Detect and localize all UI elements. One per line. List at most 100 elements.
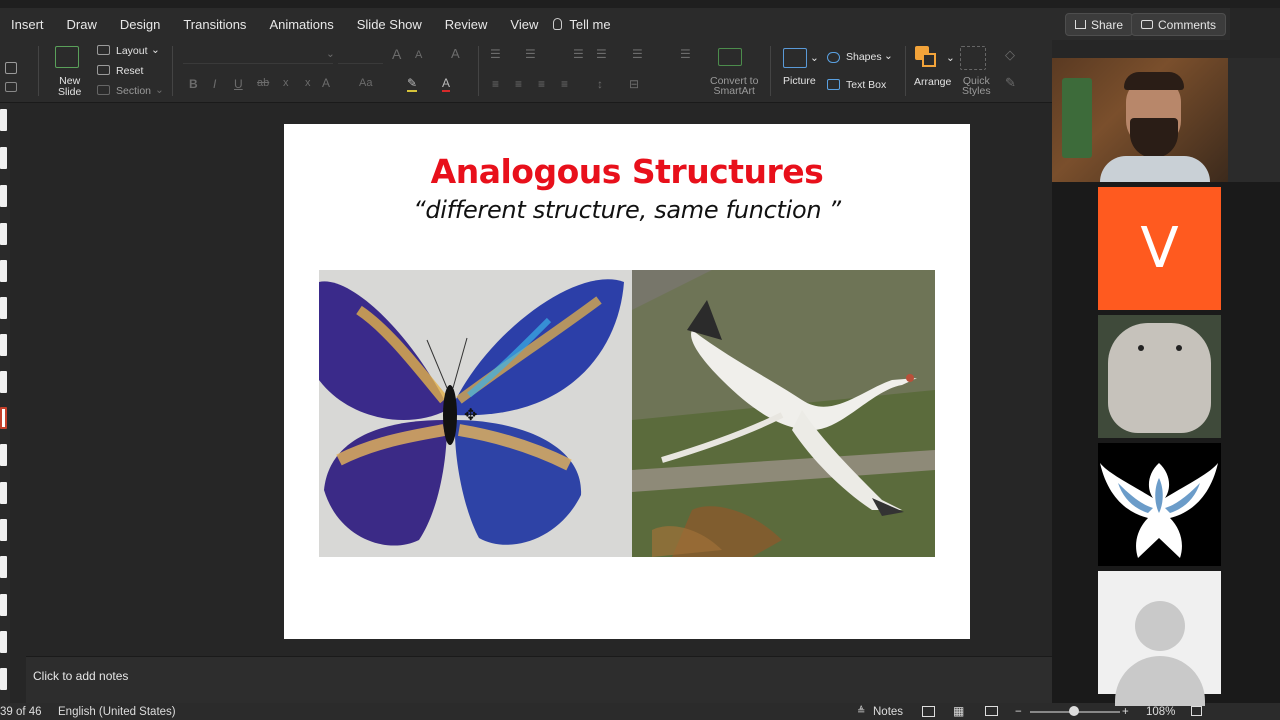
picture-button[interactable]: Picture (783, 75, 816, 87)
slide-thumbnail[interactable] (0, 223, 7, 245)
tab-animations[interactable]: Animations (269, 17, 333, 32)
zoom-slider-thumb[interactable] (1069, 706, 1079, 716)
notes-placeholder[interactable]: Click to add notes (33, 669, 128, 683)
numbering-icon[interactable]: ☰ (525, 47, 536, 61)
slide-thumbnail-selected[interactable] (0, 407, 7, 429)
columns-icon[interactable]: ☰ (680, 47, 691, 61)
picture-icon[interactable] (783, 48, 807, 68)
section-button[interactable]: Section (116, 85, 151, 97)
tab-design[interactable]: Design (120, 17, 160, 32)
tab-draw[interactable]: Draw (67, 17, 97, 32)
participant-initial-tile[interactable]: V (1098, 187, 1221, 310)
paste-icon[interactable] (5, 62, 17, 74)
font-size-dropdown[interactable] (338, 50, 383, 64)
normal-view-icon[interactable] (922, 706, 935, 717)
slide-thumbnail[interactable] (0, 668, 7, 690)
layout-button[interactable]: Layout (116, 45, 148, 57)
participant-video-plush[interactable] (1098, 315, 1221, 438)
zoom-in-button[interactable]: + (1122, 706, 1129, 718)
slide-thumbnail[interactable] (0, 147, 7, 169)
format-painter-icon[interactable] (5, 82, 17, 92)
slide-thumbnail[interactable] (0, 519, 7, 541)
zoom-out-button[interactable]: − (1015, 706, 1022, 718)
tab-review[interactable]: Review (445, 17, 488, 32)
highlight-icon[interactable]: ✎ (407, 76, 418, 92)
smartart-icon[interactable] (718, 48, 742, 66)
slide-title[interactable]: Analogous Structures (284, 152, 970, 191)
new-slide-icon[interactable] (55, 46, 79, 68)
fit-to-window-icon[interactable] (1191, 706, 1202, 716)
notes-icon[interactable]: ≜ (857, 706, 865, 717)
new-slide-button[interactable]: New Slide (58, 76, 81, 98)
tab-transitions[interactable]: Transitions (183, 17, 246, 32)
participant-default-avatar[interactable] (1098, 571, 1221, 706)
share-button[interactable]: Share (1065, 13, 1134, 36)
participant-avatar-phoenix[interactable] (1098, 443, 1221, 566)
notes-toggle[interactable]: Notes (873, 706, 903, 718)
slide-thumbnail[interactable] (0, 444, 7, 466)
slide-thumbnail[interactable] (0, 109, 7, 131)
divider (38, 46, 39, 96)
comment-icon (1141, 20, 1153, 29)
reset-button[interactable]: Reset (116, 65, 143, 77)
font-color-icon[interactable]: A (442, 76, 451, 92)
slide-subtitle[interactable]: “different structure, same function ” (284, 196, 970, 224)
slide-sorter-icon[interactable]: ▦ (953, 704, 964, 718)
line-spacing-icon[interactable]: ☰ (632, 47, 643, 61)
tab-view[interactable]: View (510, 17, 538, 32)
justify-icon[interactable]: ≡ (561, 77, 568, 91)
quick-styles-button[interactable]: Quick Styles (962, 76, 991, 97)
text-direction-icon[interactable]: ↕ (597, 77, 603, 91)
decrease-font-icon[interactable]: A (415, 49, 422, 61)
slide-thumbnail[interactable] (0, 482, 7, 504)
change-case-icon[interactable]: Aa (359, 77, 372, 89)
slide-thumbnail[interactable] (0, 371, 7, 393)
shape-outline-icon[interactable]: ✎ (1005, 75, 1016, 91)
crane-image[interactable] (632, 270, 935, 557)
slide-thumbnail[interactable] (0, 260, 7, 282)
arrange-button[interactable]: Arrange (914, 76, 951, 88)
comments-button[interactable]: Comments (1131, 13, 1227, 36)
underline-icon[interactable]: U (234, 77, 243, 91)
bullets-icon[interactable]: ☰ (490, 47, 501, 61)
slide-thumbnail[interactable] (0, 556, 7, 578)
text-box-button[interactable]: Text Box (846, 79, 886, 91)
align-text-icon[interactable]: ⊟ (629, 77, 639, 91)
align-right-icon[interactable]: ≡ (538, 77, 545, 91)
decrease-indent-icon[interactable]: ☰ (573, 47, 584, 61)
text-effects-icon[interactable]: A (322, 76, 330, 90)
shapes-button[interactable]: Shapes (846, 51, 882, 63)
chevron-down-icon: ⌄ (326, 48, 335, 60)
tell-me-search[interactable]: Tell me (553, 17, 611, 32)
quick-styles-icon[interactable] (960, 46, 986, 70)
panel-edge (1228, 58, 1280, 182)
italic-icon[interactable]: I (213, 77, 216, 91)
strikethrough-icon[interactable]: ab (257, 77, 269, 89)
share-icon (1075, 20, 1086, 29)
convert-smartart-button[interactable]: Convert to SmartArt (710, 76, 758, 97)
slide-thumbnail[interactable] (0, 631, 7, 653)
bold-icon[interactable]: B (189, 77, 198, 91)
align-left-icon[interactable]: ≡ (492, 77, 499, 91)
superscript-icon[interactable]: x (283, 77, 289, 89)
slide-thumbnail[interactable] (0, 594, 7, 616)
subscript-icon[interactable]: x (305, 77, 311, 89)
zoom-level[interactable]: 108% (1146, 706, 1175, 718)
current-slide[interactable]: Analogous Structures “different structur… (284, 124, 970, 639)
slide-thumbnail[interactable] (0, 334, 7, 356)
slide-thumbnail[interactable] (0, 297, 7, 319)
align-center-icon[interactable]: ≡ (515, 77, 522, 91)
clear-format-icon[interactable]: A (451, 46, 460, 61)
increase-font-icon[interactable]: A (392, 46, 401, 62)
increase-indent-icon[interactable]: ☰ (596, 47, 607, 61)
shape-fill-icon[interactable]: ◇ (1005, 47, 1015, 63)
tab-slide-show[interactable]: Slide Show (357, 17, 422, 32)
language-indicator[interactable]: English (United States) (58, 706, 176, 718)
speaker-video[interactable] (1052, 58, 1228, 182)
tab-insert[interactable]: Insert (11, 17, 44, 32)
presenter-view-icon[interactable] (985, 706, 998, 716)
plush-eye (1176, 345, 1182, 351)
font-name-dropdown[interactable] (183, 50, 333, 64)
slide-thumbnail[interactable] (0, 185, 7, 207)
notes-pane[interactable]: Click to add notes (26, 656, 1052, 703)
